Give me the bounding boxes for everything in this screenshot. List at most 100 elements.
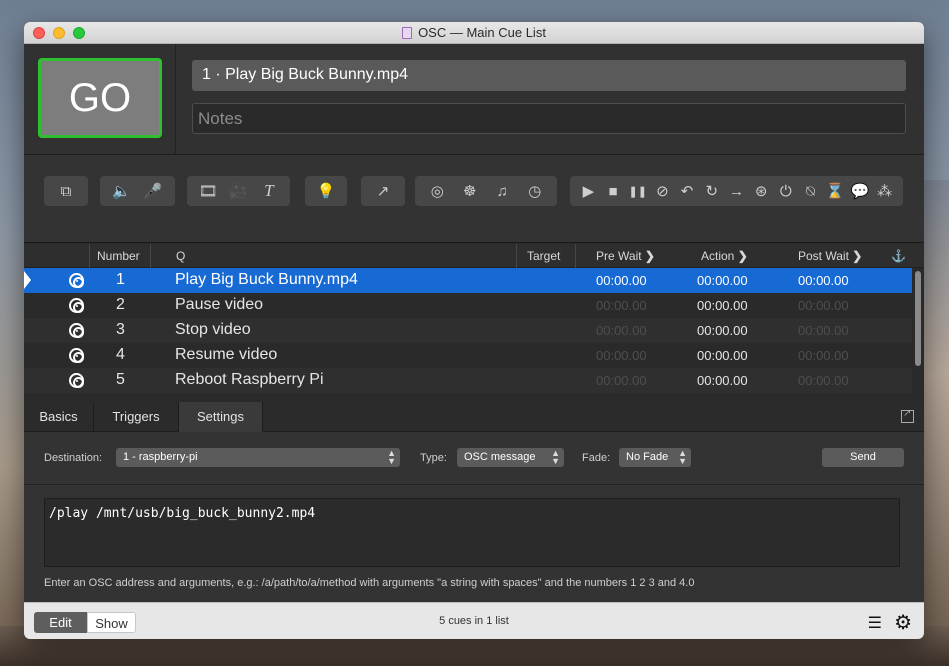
pause-icon[interactable]: ❚❚ bbox=[625, 185, 650, 198]
cue-q: Stop video bbox=[175, 321, 251, 338]
fade-select[interactable]: No Fade ▲ ▼ bbox=[619, 448, 691, 467]
cue-q: Play Big Buck Bunny.mp4 bbox=[175, 271, 358, 288]
column-header-action[interactable]: Action ❯ bbox=[701, 249, 748, 263]
cue-number: 5 bbox=[116, 371, 125, 388]
group-icon[interactable]: ⧉ bbox=[53, 183, 79, 200]
column-header-post-wait[interactable]: Post Wait ❯ bbox=[798, 249, 862, 263]
osc-cue-icon bbox=[69, 273, 84, 288]
osc-hint-text: Enter an OSC address and arguments, e.g.… bbox=[44, 577, 695, 589]
cue-q: Pause video bbox=[175, 296, 264, 313]
cue-table: Number Q Target Pre Wait ❯ Action ❯ Post… bbox=[24, 244, 924, 425]
table-header: Number Q Target Pre Wait ❯ Action ❯ Post… bbox=[24, 244, 924, 268]
cue-number: 1 bbox=[116, 271, 125, 288]
midi-icon[interactable]: ☸ bbox=[457, 182, 483, 200]
destination-select[interactable]: 1 - raspberry-pi ▲ ▼ bbox=[116, 448, 400, 467]
cue-post-wait: 00:00.00 bbox=[798, 298, 849, 313]
toolbar-group-fade: ↗ bbox=[361, 176, 405, 206]
arm-icon[interactable]: ⏻ bbox=[774, 183, 799, 200]
audio-icon[interactable]: 🔈 bbox=[109, 182, 135, 200]
chevron-up-down-icon: ▲ ▼ bbox=[387, 448, 396, 466]
type-value: OSC message bbox=[464, 451, 536, 463]
disarm-icon[interactable]: ⍉ bbox=[798, 183, 823, 200]
column-header-q[interactable]: Q bbox=[176, 249, 185, 263]
close-button[interactable] bbox=[33, 27, 45, 39]
edit-mode-button[interactable]: Edit bbox=[34, 612, 87, 633]
cue-pre-wait: 00:00.00 bbox=[596, 348, 647, 363]
tab-settings[interactable]: Settings bbox=[179, 402, 263, 432]
column-header-pre-wait[interactable]: Pre Wait ❯ bbox=[596, 249, 655, 263]
cue-pre-wait: 00:00.00 bbox=[596, 373, 647, 388]
chevron-up-down-icon: ▲ ▼ bbox=[551, 448, 560, 466]
cue-lists-icon[interactable]: ☰ bbox=[868, 613, 882, 633]
wait-icon[interactable]: ⌛ bbox=[823, 182, 848, 200]
go-button[interactable]: GO bbox=[38, 58, 162, 138]
show-mode-button[interactable]: Show bbox=[87, 612, 136, 633]
destination-label: Destination: bbox=[44, 452, 103, 464]
tab-basics[interactable]: Basics bbox=[24, 402, 94, 432]
tab-triggers[interactable]: Triggers bbox=[94, 402, 179, 432]
column-header-number[interactable]: Number bbox=[97, 249, 140, 263]
table-rows: 1 Play Big Buck Bunny.mp4 00:00.00 00:00… bbox=[24, 268, 924, 411]
video-icon[interactable]: 🎞 bbox=[195, 182, 221, 200]
memo-icon[interactable]: 💬 bbox=[848, 182, 873, 200]
reset-icon[interactable]: ↶ bbox=[675, 182, 700, 200]
type-select[interactable]: OSC message ▲ ▼ bbox=[457, 448, 564, 467]
load-icon[interactable]: ⊘ bbox=[650, 182, 675, 200]
cue-header: GO 1 · Play Big Buck Bunny.mp4 Notes bbox=[24, 44, 924, 155]
window-controls bbox=[33, 27, 85, 39]
timecode-icon[interactable]: ◷ bbox=[522, 182, 548, 200]
fade-label: Fade: bbox=[582, 452, 611, 464]
light-icon[interactable]: 💡 bbox=[313, 182, 339, 200]
cue-info: 1 · Play Big Buck Bunny.mp4 Notes bbox=[176, 44, 924, 154]
goto-icon[interactable]: → bbox=[724, 183, 749, 200]
target-icon[interactable]: ⊛ bbox=[749, 182, 774, 200]
status-bar: 5 cues in 1 list Edit Show ☰ ⚙ bbox=[24, 602, 924, 639]
cue-post-wait: 00:00.00 bbox=[798, 273, 849, 288]
cue-notes-field[interactable]: Notes bbox=[192, 103, 906, 134]
osc-message-field[interactable]: /play /mnt/usb/big_buck_bunny2.mp4 bbox=[44, 498, 900, 567]
stop-icon[interactable]: ■ bbox=[601, 183, 626, 200]
toolbar-group-group: ⧉ bbox=[44, 176, 88, 206]
title-bar: OSC — Main Cue List bbox=[24, 22, 924, 44]
cue-number: 3 bbox=[116, 321, 125, 338]
mic-icon[interactable]: 🎤 bbox=[140, 182, 166, 200]
table-row[interactable]: 2 Pause video 00:00.00 00:00.00 00:00.00 bbox=[24, 293, 912, 318]
gear-icon[interactable]: ⚙ bbox=[894, 610, 912, 635]
chevron-right-icon: ❯ bbox=[737, 249, 748, 263]
divider bbox=[24, 484, 924, 485]
toolbar-group-control: ▶ ■ ❚❚ ⊘ ↶ ↻ → ⊛ ⏻ ⍉ ⌛ 💬 ⁂ bbox=[570, 176, 903, 206]
minimize-button[interactable] bbox=[53, 27, 65, 39]
window-title: OSC — Main Cue List bbox=[418, 25, 546, 40]
table-scrollbar[interactable] bbox=[912, 268, 924, 411]
send-button[interactable]: Send bbox=[822, 448, 904, 467]
fade-icon[interactable]: ↗ bbox=[370, 182, 396, 200]
table-row[interactable]: 4 Resume video 00:00.00 00:00.00 00:00.0… bbox=[24, 343, 912, 368]
cue-count: 5 cues in 1 list bbox=[439, 615, 509, 627]
table-row[interactable]: 5 Reboot Raspberry Pi 00:00.00 00:00.00 … bbox=[24, 368, 912, 393]
camera-icon[interactable]: 🎥 bbox=[225, 182, 251, 200]
table-row[interactable]: 3 Stop video 00:00.00 00:00.00 00:00.00 bbox=[24, 318, 912, 343]
fade-value: No Fade bbox=[626, 451, 669, 463]
text-icon[interactable]: T bbox=[256, 181, 282, 201]
column-header-target[interactable]: Target bbox=[527, 249, 560, 263]
cue-q: Resume video bbox=[175, 346, 278, 363]
table-row[interactable]: 1 Play Big Buck Bunny.mp4 00:00.00 00:00… bbox=[24, 268, 912, 293]
cue-post-wait: 00:00.00 bbox=[798, 323, 849, 338]
cue-name-field[interactable]: 1 · Play Big Buck Bunny.mp4 bbox=[192, 60, 906, 91]
chevron-right-icon: ❯ bbox=[644, 249, 655, 263]
scrollbar-thumb[interactable] bbox=[915, 271, 921, 366]
osc-cue-icon bbox=[69, 348, 84, 363]
pop-out-icon[interactable] bbox=[901, 408, 914, 423]
start-icon[interactable]: ▶ bbox=[576, 182, 601, 200]
devamp-icon[interactable]: ↻ bbox=[699, 182, 724, 200]
music-icon[interactable]: ♫ bbox=[489, 183, 515, 200]
cue-action: 00:00.00 bbox=[697, 373, 748, 388]
cue-action: 00:00.00 bbox=[697, 348, 748, 363]
network-icon[interactable]: ◎ bbox=[424, 182, 450, 200]
anchor-icon[interactable]: ⚓ bbox=[891, 249, 906, 263]
main-window: OSC — Main Cue List GO 1 · Play Big Buck… bbox=[24, 22, 924, 639]
cue-action: 00:00.00 bbox=[697, 323, 748, 338]
maximize-button[interactable] bbox=[73, 27, 85, 39]
cue-number: 2 bbox=[116, 296, 125, 313]
script-icon[interactable]: ⁂ bbox=[872, 182, 897, 200]
